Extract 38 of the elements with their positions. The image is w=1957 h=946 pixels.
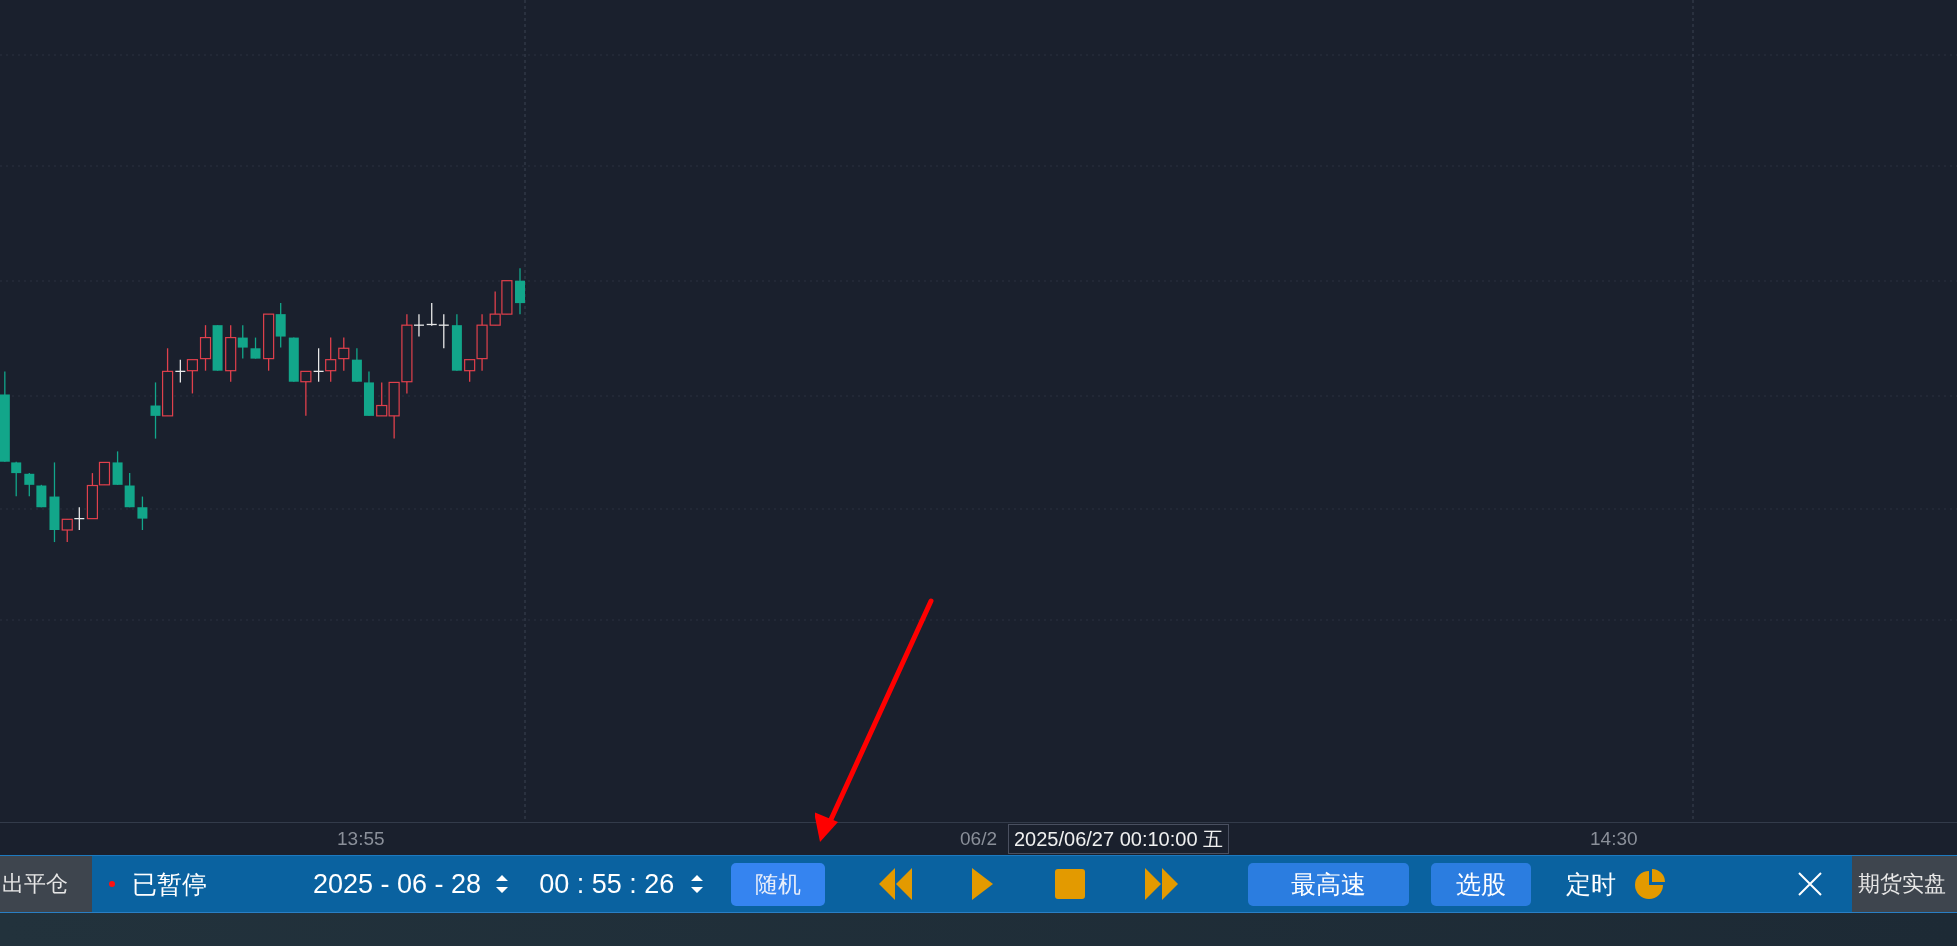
candle <box>501 280 513 315</box>
play-icon[interactable] <box>972 868 994 900</box>
candle <box>288 336 299 383</box>
spinner-icon[interactable] <box>495 873 510 895</box>
candle <box>300 370 312 417</box>
axis-label: 14:30 <box>1590 828 1638 850</box>
candle <box>515 267 525 315</box>
spinner-icon[interactable] <box>690 873 705 895</box>
candle <box>363 370 374 417</box>
candle <box>36 484 47 508</box>
candle <box>312 347 325 383</box>
timer-label: 定时 <box>1566 868 1617 900</box>
crosshair-time-label: 2025/06/27 00:10:00 五 <box>1008 824 1230 854</box>
max-speed-button[interactable]: 最高速 <box>1248 862 1410 906</box>
status-label: 已暂停 <box>132 868 207 900</box>
date-field[interactable]: 2025 - 06 - 28 <box>313 868 482 900</box>
candle <box>325 336 337 383</box>
candle <box>275 302 286 349</box>
axis-label: 13:55 <box>337 828 385 850</box>
candle <box>199 324 212 372</box>
candle <box>351 347 362 383</box>
candle <box>137 495 148 531</box>
candle <box>338 336 350 372</box>
candle <box>263 313 275 372</box>
futures-tab[interactable]: 期货实盘 <box>1852 856 1957 912</box>
candle <box>124 472 135 508</box>
candle <box>24 472 35 497</box>
candle <box>212 324 223 372</box>
rewind-icon[interactable] <box>879 868 913 900</box>
stock-picker-button[interactable]: 选股 <box>1431 862 1532 906</box>
close-icon[interactable] <box>1798 872 1823 896</box>
close-position-tab[interactable]: 出平仓 <box>0 856 92 912</box>
candle <box>250 336 261 360</box>
fast-forward-icon[interactable] <box>1145 868 1179 900</box>
time-field[interactable]: 00 : 55 : 26 <box>539 868 675 900</box>
stop-icon[interactable] <box>1055 869 1086 899</box>
candle <box>150 381 161 440</box>
axis-label: 06/2 <box>960 828 997 850</box>
